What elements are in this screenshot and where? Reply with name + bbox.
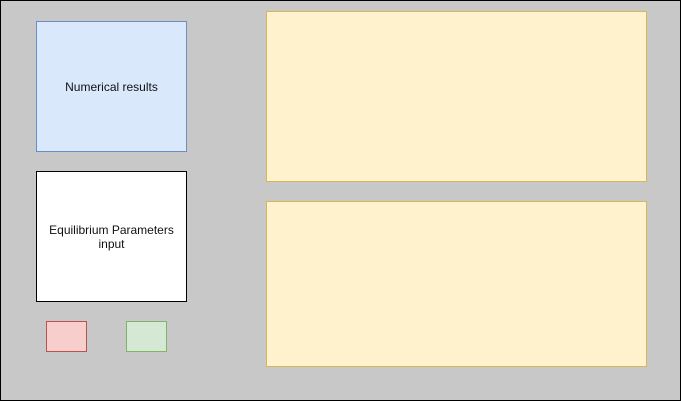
equilibrium-parameters-label: Equilibrium Parameters input (49, 222, 174, 251)
bottom-plot-panel (266, 201, 647, 367)
red-button[interactable] (46, 321, 87, 352)
green-button[interactable] (126, 321, 167, 352)
equilibrium-parameters-input-box[interactable]: Equilibrium Parameters input (36, 171, 187, 302)
numerical-results-label: Numerical results (65, 79, 158, 94)
numerical-results-box: Numerical results (36, 21, 187, 152)
top-plot-panel (266, 11, 647, 182)
diagram-canvas: Numerical results Equilibrium Parameters… (0, 0, 681, 401)
